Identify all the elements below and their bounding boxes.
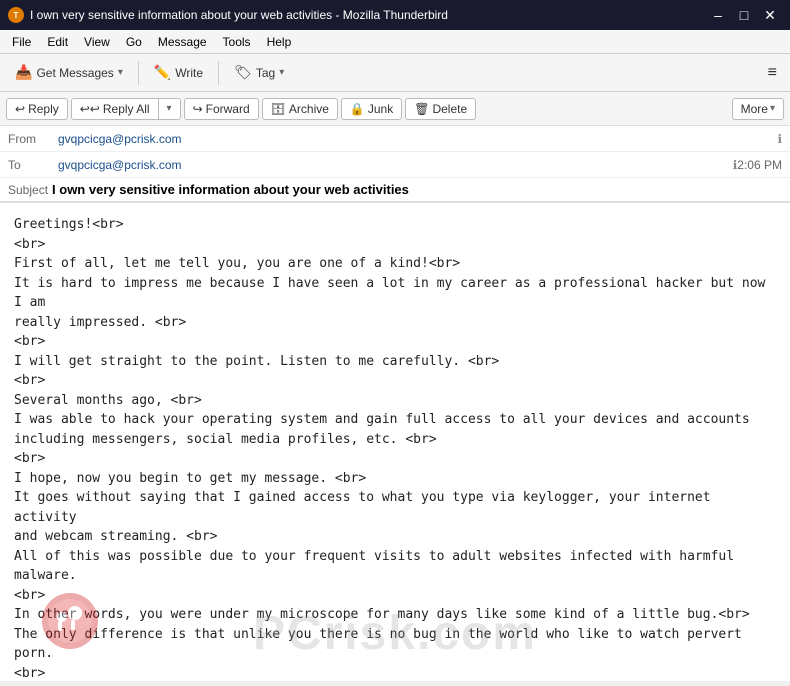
to-value: gvqpcicga@pcrisk.com (58, 158, 729, 172)
window-controls: – □ ✕ (706, 5, 782, 25)
main-toolbar: 📥 Get Messages ▾ ✏️ Write 🏷 Tag ▾ ≡ (0, 54, 790, 92)
delete-icon: 🗑 (414, 102, 429, 116)
menu-tools[interactable]: Tools (215, 33, 259, 51)
menubar: File Edit View Go Message Tools Help (0, 30, 790, 54)
reply-button[interactable]: ↩ Reply (6, 98, 68, 120)
tag-dropdown-icon[interactable]: ▾ (279, 67, 284, 78)
minimize-button[interactable]: – (706, 5, 730, 25)
email-time: 2:06 PM (737, 158, 782, 172)
tag-icon: 🏷 (234, 64, 252, 81)
tag-button[interactable]: 🏷 Tag ▾ (225, 59, 293, 86)
toolbar-separator-2 (218, 61, 219, 85)
to-email[interactable]: gvqpcicga@pcrisk.com (58, 158, 182, 172)
archive-icon: 🗄 (271, 102, 286, 116)
to-label: To (8, 158, 58, 172)
hamburger-menu-button[interactable]: ≡ (761, 59, 784, 87)
subject-label: Subject (8, 183, 48, 197)
close-button[interactable]: ✕ (758, 5, 782, 25)
junk-button[interactable]: 🔒 Junk (341, 98, 402, 120)
email-body[interactable]: Greetings!<br> <br> First of all, let me… (0, 203, 790, 681)
reply-icon: ↩ (15, 102, 25, 116)
more-button[interactable]: More ▾ (732, 98, 784, 120)
forward-button[interactable]: ↪ Forward (184, 98, 259, 120)
write-icon: ✏️ (154, 64, 171, 81)
body-container: Greetings!<br> <br> First of all, let me… (0, 203, 790, 681)
from-row: From gvqpcicga@pcrisk.com ℹ (0, 126, 790, 152)
subject-text: I own very sensitive information about y… (52, 182, 409, 197)
from-value: gvqpcicga@pcrisk.com (58, 132, 773, 146)
from-info-icon[interactable]: ℹ (777, 132, 782, 146)
toolbar-separator-1 (138, 61, 139, 85)
get-messages-icon: 📥 (15, 64, 32, 81)
reply-all-chevron-icon: ▾ (167, 103, 172, 114)
action-bar: ↩ Reply ↩↩ Reply All ▾ ↪ Forward 🗄 Archi… (0, 92, 790, 126)
get-messages-button[interactable]: 📥 Get Messages ▾ (6, 59, 132, 86)
menu-go[interactable]: Go (118, 33, 150, 51)
maximize-button[interactable]: □ (732, 5, 756, 25)
menu-view[interactable]: View (76, 33, 118, 51)
menu-file[interactable]: File (4, 33, 39, 51)
reply-all-icon: ↩↩ (80, 102, 100, 116)
menu-help[interactable]: Help (259, 33, 300, 51)
menu-message[interactable]: Message (150, 33, 215, 51)
from-label: From (8, 132, 58, 146)
app-icon: T (8, 7, 24, 23)
get-messages-dropdown-icon[interactable]: ▾ (118, 67, 123, 78)
subject-row: Subject I own very sensitive information … (0, 178, 790, 202)
forward-icon: ↪ (193, 102, 203, 116)
email-header: ↩ Reply ↩↩ Reply All ▾ ↪ Forward 🗄 Archi… (0, 92, 790, 203)
from-email[interactable]: gvqpcicga@pcrisk.com (58, 132, 182, 146)
reply-all-button[interactable]: ↩↩ Reply All (72, 99, 159, 119)
delete-button[interactable]: 🗑 Delete (405, 98, 476, 120)
titlebar: T I own very sensitive information about… (0, 0, 790, 30)
menu-edit[interactable]: Edit (39, 33, 76, 51)
to-row: To gvqpcicga@pcrisk.com ℹ 2:06 PM (0, 152, 790, 178)
junk-icon: 🔒 (350, 102, 365, 116)
window-title: I own very sensitive information about y… (30, 8, 700, 22)
write-button[interactable]: ✏️ Write (145, 59, 212, 86)
archive-button[interactable]: 🗄 Archive (262, 98, 338, 120)
more-chevron-icon: ▾ (770, 103, 775, 114)
reply-all-group: ↩↩ Reply All ▾ (71, 98, 181, 120)
reply-all-dropdown-button[interactable]: ▾ (159, 99, 180, 119)
